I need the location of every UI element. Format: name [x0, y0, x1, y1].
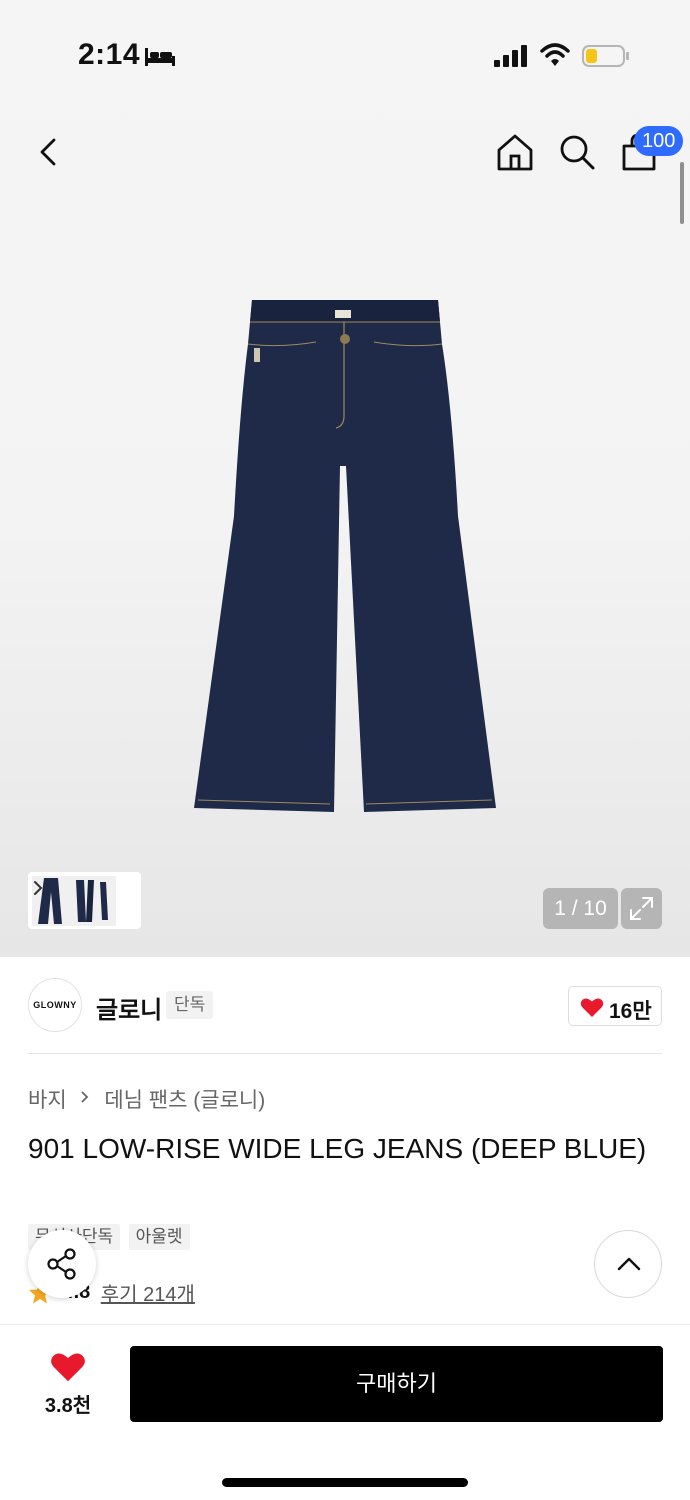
heart-icon: [580, 998, 604, 1017]
brand-like-button[interactable]: 16만: [568, 986, 662, 1026]
expand-icon: [630, 897, 653, 920]
chevron-right-icon: [80, 1087, 90, 1111]
expand-button[interactable]: [621, 888, 662, 929]
search-icon[interactable]: [556, 130, 598, 174]
top-navigation: [0, 120, 690, 184]
like-button[interactable]: 3.8천: [28, 1351, 108, 1421]
brand-like-count: 16만: [609, 1000, 652, 1023]
thumbnail-strip[interactable]: [28, 872, 141, 929]
product-image[interactable]: [190, 296, 500, 816]
breadcrumb-subcategory[interactable]: 데님 팬츠 (글로니): [104, 1089, 265, 1112]
status-bar: 2:14: [0, 0, 690, 110]
cellular-signal-icon: [494, 45, 527, 67]
home-icon[interactable]: [494, 130, 536, 174]
like-count: 3.8천: [44, 1395, 92, 1417]
wifi-icon: [540, 43, 570, 66]
status-time: 2:14: [78, 38, 141, 71]
scrollbar[interactable]: [680, 162, 684, 224]
breadcrumb-category[interactable]: 바지: [28, 1089, 67, 1112]
brand-row: GLOWNY 글로니 단독 16만: [0, 978, 690, 1034]
breadcrumb: 바지 데님 팬츠 (글로니): [28, 1084, 265, 1114]
bed-icon: [145, 48, 175, 66]
share-icon: [47, 1248, 76, 1280]
brand-name[interactable]: 글로니: [96, 990, 162, 1025]
heart-icon: [51, 1353, 85, 1382]
brand-logo[interactable]: GLOWNY: [28, 978, 82, 1032]
review-link[interactable]: 후기 214개: [101, 1278, 195, 1307]
chevron-up-icon: [617, 1257, 641, 1271]
product-image-gallery[interactable]: 2:14 100 1 / 10: [0, 0, 690, 957]
cart-count-badge: 100: [634, 126, 684, 156]
image-counter: 1 / 10: [543, 888, 618, 929]
share-button[interactable]: [28, 1230, 96, 1298]
home-indicator: [222, 1478, 468, 1487]
exclusive-tag: 단독: [166, 991, 214, 1019]
scroll-to-top-button[interactable]: [594, 1230, 662, 1298]
product-title: 901 LOW-RISE WIDE LEG JEANS (DEEP BLUE): [28, 1133, 647, 1164]
chevron-right-icon[interactable]: [32, 876, 46, 900]
bottom-action-bar: 3.8천 구매하기: [0, 1324, 690, 1500]
tag-chip: 아울렛: [128, 1224, 190, 1250]
back-icon[interactable]: [30, 130, 70, 174]
buy-button[interactable]: 구매하기: [130, 1346, 663, 1422]
divider: [28, 1053, 662, 1054]
battery-low-icon: [582, 45, 629, 67]
